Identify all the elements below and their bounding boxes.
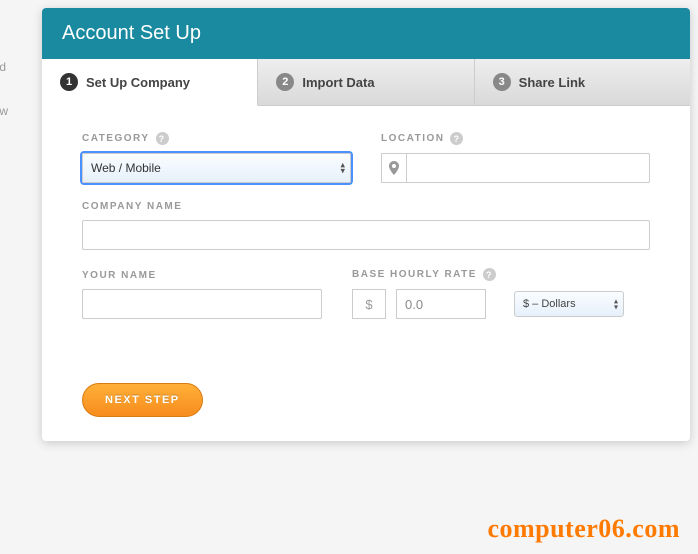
location-label: LOCATION ?: [381, 132, 650, 145]
category-field: CATEGORY ? Web / Mobile ▴▾: [82, 132, 351, 183]
step-number-icon: 3: [493, 73, 511, 91]
step-number-icon: 2: [276, 73, 294, 91]
panel-title: Account Set Up: [42, 8, 690, 59]
help-icon[interactable]: ?: [483, 268, 496, 281]
background-clipped-text: eated e new: [0, 0, 40, 554]
pin-icon: [381, 153, 406, 183]
tab-share-link[interactable]: 3 Share Link: [475, 59, 690, 105]
rate-label: BASE HOURLY RATE ?: [352, 268, 650, 281]
form-body: CATEGORY ? Web / Mobile ▴▾ LOCATION ?: [42, 106, 690, 367]
step-number-icon: 1: [60, 73, 78, 91]
rate-field: BASE HOURLY RATE ? $ $ – Dollars ▴▾: [352, 268, 650, 319]
setup-wizard-panel: Account Set Up 1 Set Up Company 2 Import…: [42, 8, 690, 441]
your-name-label: YOUR NAME: [82, 270, 322, 281]
location-input[interactable]: [406, 153, 650, 183]
category-select[interactable]: Web / Mobile: [82, 153, 351, 183]
tab-label: Share Link: [519, 75, 585, 90]
help-icon[interactable]: ?: [450, 132, 463, 145]
currency-select[interactable]: $ – Dollars: [514, 291, 624, 317]
company-name-label: COMPANY NAME: [82, 201, 650, 212]
tab-import-data[interactable]: 2 Import Data: [258, 59, 474, 105]
next-step-button[interactable]: NEXT STEP: [82, 383, 203, 417]
tab-label: Import Data: [302, 75, 374, 90]
company-name-input[interactable]: [82, 220, 650, 250]
rate-input[interactable]: [396, 289, 486, 319]
tab-set-up-company[interactable]: 1 Set Up Company: [42, 59, 258, 106]
tab-label: Set Up Company: [86, 75, 190, 90]
company-name-field: COMPANY NAME: [82, 201, 650, 250]
currency-symbol: $: [352, 289, 386, 319]
your-name-input[interactable]: [82, 289, 322, 319]
watermark-text: computer06.com: [487, 514, 680, 544]
wizard-tabs: 1 Set Up Company 2 Import Data 3 Share L…: [42, 59, 690, 106]
help-icon[interactable]: ?: [156, 132, 169, 145]
category-label: CATEGORY ?: [82, 132, 351, 145]
location-field: LOCATION ?: [381, 132, 650, 183]
your-name-field: YOUR NAME: [82, 270, 322, 319]
panel-footer: NEXT STEP: [42, 367, 690, 441]
